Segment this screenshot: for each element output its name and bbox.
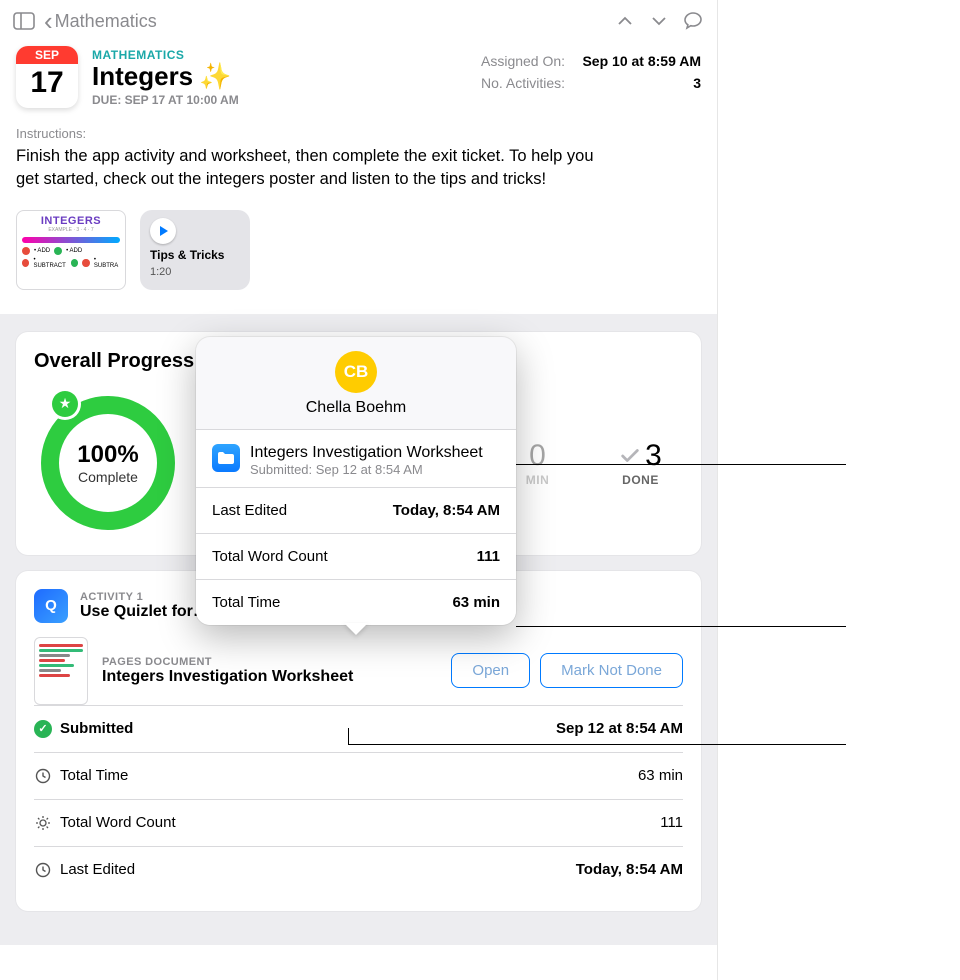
annotation-line bbox=[348, 728, 349, 744]
popover-words-value: 111 bbox=[477, 548, 500, 565]
last-edited-label: Last Edited bbox=[60, 861, 135, 878]
tips-attachment[interactable]: Tips & Tricks 1:20 bbox=[140, 210, 250, 290]
assignment-header: SEP 17 MATHEMATICS Integers ✨ DUE: SEP 1… bbox=[0, 42, 717, 108]
popover-time-value: 63 min bbox=[452, 594, 500, 611]
total-time-label: Total Time bbox=[60, 767, 128, 784]
document-eyebrow: PAGES DOCUMENT bbox=[102, 656, 437, 668]
total-time-value: 63 min bbox=[638, 767, 683, 784]
attachments-row: INTEGERS EXAMPLE · 3 · 4 · 7 • ADD• ADD … bbox=[0, 192, 717, 300]
clock-icon bbox=[34, 767, 52, 785]
activities-label: No. Activities: bbox=[481, 72, 565, 94]
activities-value: 3 bbox=[693, 72, 701, 94]
annotation-line bbox=[516, 626, 846, 627]
chevron-down-icon[interactable] bbox=[645, 7, 673, 35]
back-label: Mathematics bbox=[55, 11, 157, 32]
open-button[interactable]: Open bbox=[451, 653, 530, 688]
title-text: Integers bbox=[92, 62, 193, 91]
instructions-text: Finish the app activity and worksheet, t… bbox=[0, 145, 630, 192]
submitted-label: Submitted bbox=[60, 720, 133, 737]
popover-file-title: Integers Investigation Worksheet bbox=[250, 444, 483, 462]
instructions-label: Instructions: bbox=[0, 108, 717, 145]
calendar-day: 17 bbox=[30, 64, 63, 102]
popover-file-submitted: Submitted: Sep 12 at 8:54 AM bbox=[250, 462, 483, 477]
play-icon bbox=[150, 218, 176, 244]
stat-done-value: 3 bbox=[645, 439, 662, 473]
document-title: Integers Investigation Worksheet bbox=[102, 668, 437, 686]
student-name: Chella Boehm bbox=[306, 399, 407, 417]
back-button[interactable]: ‹ Mathematics bbox=[44, 8, 157, 34]
chat-icon[interactable] bbox=[679, 7, 707, 35]
annotation-line bbox=[348, 744, 846, 745]
chevron-up-icon[interactable] bbox=[611, 7, 639, 35]
category-label: MATHEMATICS bbox=[92, 48, 481, 62]
progress-percent-label: Complete bbox=[78, 469, 138, 485]
mark-not-done-button[interactable]: Mark Not Done bbox=[540, 653, 683, 688]
word-count-value: 111 bbox=[660, 814, 683, 831]
tips-duration: 1:20 bbox=[150, 266, 240, 278]
popover-words-label: Total Word Count bbox=[212, 548, 328, 565]
poster-title: INTEGERS bbox=[22, 215, 120, 227]
nav-bar: ‹ Mathematics bbox=[0, 0, 717, 42]
calendar-chip: SEP 17 bbox=[16, 46, 78, 108]
assigned-on-value: Sep 10 at 8:59 AM bbox=[582, 50, 701, 72]
chevron-left-icon: ‹ bbox=[44, 8, 53, 34]
progress-ring: ★ 100% Complete bbox=[34, 389, 182, 537]
last-edited-value: Today, 8:54 AM bbox=[576, 861, 683, 878]
sidebar-toggle-icon[interactable] bbox=[10, 7, 38, 35]
poster-attachment[interactable]: INTEGERS EXAMPLE · 3 · 4 · 7 • ADD• ADD … bbox=[16, 210, 126, 290]
folder-icon bbox=[212, 444, 240, 472]
activity-eyebrow: ACTIVITY 1 bbox=[80, 591, 209, 603]
word-count-label: Total Word Count bbox=[60, 814, 176, 831]
progress-percent: 100% bbox=[77, 441, 138, 469]
activity-title: Use Quizlet for… bbox=[80, 603, 209, 621]
student-avatar: CB bbox=[335, 351, 377, 393]
calendar-month: SEP bbox=[16, 46, 78, 64]
stat-done-label: DONE bbox=[598, 473, 683, 487]
popover-file-row[interactable]: Integers Investigation Worksheet Submitt… bbox=[196, 430, 516, 487]
quizlet-app-icon: Q bbox=[34, 589, 68, 623]
clock-icon bbox=[34, 861, 52, 879]
due-label: DUE: SEP 17 AT 10:00 AM bbox=[92, 93, 481, 107]
document-thumbnail[interactable] bbox=[34, 637, 88, 705]
gear-icon bbox=[34, 814, 52, 832]
submitted-value: Sep 12 at 8:54 AM bbox=[556, 720, 683, 737]
student-progress-popover: CB Chella Boehm Integers Investigation W… bbox=[196, 337, 516, 625]
tips-title: Tips & Tricks bbox=[150, 248, 240, 262]
popover-edited-value: Today, 8:54 AM bbox=[393, 502, 500, 519]
stat-done: 3 DONE bbox=[598, 439, 683, 487]
annotation-line bbox=[516, 464, 846, 465]
popover-edited-label: Last Edited bbox=[212, 502, 287, 519]
submitted-check-icon: ✓ bbox=[34, 720, 52, 738]
assignment-title: Integers ✨ bbox=[92, 62, 481, 91]
popover-time-label: Total Time bbox=[212, 594, 280, 611]
header-metadata: Assigned On: Sep 10 at 8:59 AM No. Activ… bbox=[481, 46, 701, 108]
sparkle-icon: ✨ bbox=[199, 62, 231, 91]
assigned-on-label: Assigned On: bbox=[481, 50, 565, 72]
